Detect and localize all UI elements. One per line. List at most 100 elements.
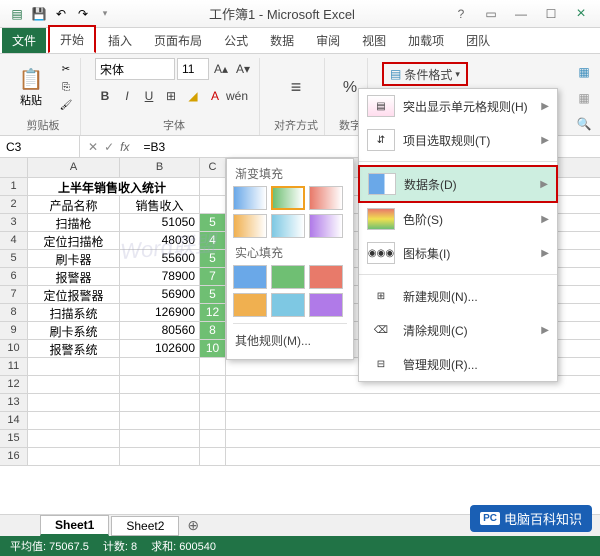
other-rules-item[interactable]: 其他规则(M)... [233, 328, 347, 353]
tab-home[interactable]: 开始 [48, 25, 96, 53]
decrease-font-icon[interactable]: A▾ [233, 59, 253, 79]
border-icon[interactable]: ⊞ [161, 86, 181, 106]
header-cell[interactable]: 产品名称 [28, 196, 120, 213]
row-header[interactable]: 12 [0, 376, 28, 393]
font-name-select[interactable]: 宋体 [95, 58, 175, 80]
header-cell[interactable]: 销售收入 [120, 196, 200, 213]
tab-addins[interactable]: 加载项 [398, 28, 454, 53]
underline-button[interactable]: U [139, 86, 159, 106]
cell[interactable]: 102600 [120, 340, 200, 357]
col-header-c[interactable]: C [200, 158, 226, 177]
solid-purple[interactable] [309, 293, 343, 317]
solid-lightblue[interactable] [271, 293, 305, 317]
row-header[interactable]: 2 [0, 196, 28, 213]
cell[interactable] [200, 358, 226, 375]
cell[interactable]: 报警器 [28, 268, 120, 285]
cell-styles-icon[interactable]: ▦ [574, 88, 594, 108]
cell[interactable] [120, 394, 200, 411]
fill-color-icon[interactable]: ◢ [183, 86, 203, 106]
solid-red[interactable] [309, 265, 343, 289]
tab-review[interactable]: 审阅 [306, 28, 350, 53]
gradient-purple[interactable] [309, 214, 343, 238]
solid-orange[interactable] [233, 293, 267, 317]
solid-blue[interactable] [233, 265, 267, 289]
row-header[interactable]: 4 [0, 232, 28, 249]
italic-button[interactable]: I [117, 86, 137, 106]
menu-clear-rules[interactable]: ⌫ 清除规则(C) ▶ [359, 313, 557, 347]
save-icon[interactable]: 💾 [30, 5, 48, 23]
cell[interactable]: 10 [200, 340, 226, 357]
font-color-icon[interactable]: A [205, 86, 225, 106]
menu-data-bars[interactable]: 数据条(D) ▶ [358, 165, 558, 203]
tab-view[interactable]: 视图 [352, 28, 396, 53]
close-icon[interactable]: × [570, 5, 592, 23]
redo-icon[interactable]: ↷ [74, 5, 92, 23]
cell[interactable]: 4 [200, 232, 226, 249]
row-header[interactable]: 14 [0, 412, 28, 429]
menu-top-bottom[interactable]: ⇵ 项目选取规则(T) ▶ [359, 123, 557, 157]
col-header-b[interactable]: B [120, 158, 200, 177]
cell[interactable]: 扫描系统 [28, 304, 120, 321]
paste-button[interactable]: 📋 粘贴 [12, 67, 50, 108]
font-size-select[interactable]: 11 [177, 58, 209, 80]
bold-button[interactable]: B [95, 86, 115, 106]
cell[interactable]: 定位报警器 [28, 286, 120, 303]
menu-highlight-cells[interactable]: ▤ 突出显示单元格规则(H) ▶ [359, 89, 557, 123]
row-header[interactable]: 5 [0, 250, 28, 267]
phonetic-icon[interactable]: wén [227, 86, 247, 106]
cell[interactable] [28, 376, 120, 393]
gradient-blue[interactable] [233, 186, 267, 210]
menu-new-rule[interactable]: ⊞ 新建规则(N)... [359, 279, 557, 313]
minimize-icon[interactable]: — [510, 5, 532, 23]
menu-icon-sets[interactable]: ◉◉◉ 图标集(I) ▶ [359, 236, 557, 270]
tab-page-layout[interactable]: 页面布局 [144, 28, 212, 53]
cell[interactable]: 报警系统 [28, 340, 120, 357]
gradient-green[interactable] [271, 186, 305, 210]
cell[interactable] [28, 412, 120, 429]
name-box[interactable]: C3 [0, 136, 80, 157]
cell[interactable] [28, 448, 120, 465]
tab-insert[interactable]: 插入 [98, 28, 142, 53]
tab-team[interactable]: 团队 [456, 28, 500, 53]
cell[interactable] [200, 376, 226, 393]
cell[interactable]: 51050 [120, 214, 200, 231]
fx-icon[interactable]: fx [120, 140, 129, 154]
title-cell[interactable]: 上半年销售收入统计 [28, 178, 200, 195]
cell[interactable] [120, 448, 200, 465]
cell[interactable] [200, 178, 226, 195]
format-table-icon[interactable]: ▦ [574, 62, 594, 82]
cell[interactable]: 刷卡系统 [28, 322, 120, 339]
row-header[interactable]: 15 [0, 430, 28, 447]
cell[interactable] [200, 412, 226, 429]
cell[interactable] [120, 412, 200, 429]
solid-green[interactable] [271, 265, 305, 289]
cell[interactable]: 5 [200, 250, 226, 267]
conditional-formatting-button[interactable]: ▤ 条件格式 ▾ [382, 62, 468, 86]
gradient-red[interactable] [309, 186, 343, 210]
row-header[interactable]: 11 [0, 358, 28, 375]
row-header[interactable]: 1 [0, 178, 28, 195]
cell[interactable]: 126900 [120, 304, 200, 321]
qat-dropdown-icon[interactable]: ▾ [96, 5, 114, 23]
tab-formulas[interactable]: 公式 [214, 28, 258, 53]
align-icon[interactable]: ≡ [286, 78, 306, 98]
cell[interactable]: 5 [200, 286, 226, 303]
menu-color-scales[interactable]: 色阶(S) ▶ [359, 202, 557, 236]
cell[interactable] [200, 394, 226, 411]
maximize-icon[interactable]: ☐ [540, 5, 562, 23]
cell[interactable]: 78900 [120, 268, 200, 285]
row-header[interactable]: 16 [0, 448, 28, 465]
help-icon[interactable]: ? [450, 5, 472, 23]
cell[interactable]: 80560 [120, 322, 200, 339]
cell[interactable] [120, 376, 200, 393]
cell[interactable] [120, 430, 200, 447]
cancel-icon[interactable]: ✕ [88, 140, 98, 154]
sheet-tab-1[interactable]: Sheet1 [40, 515, 109, 536]
cell[interactable]: 56900 [120, 286, 200, 303]
gradient-orange[interactable] [233, 214, 267, 238]
increase-font-icon[interactable]: A▴ [211, 59, 231, 79]
cell[interactable]: 定位扫描枪 [28, 232, 120, 249]
cell[interactable]: 扫描枪 [28, 214, 120, 231]
row-header[interactable]: 10 [0, 340, 28, 357]
cell[interactable]: 55600 [120, 250, 200, 267]
